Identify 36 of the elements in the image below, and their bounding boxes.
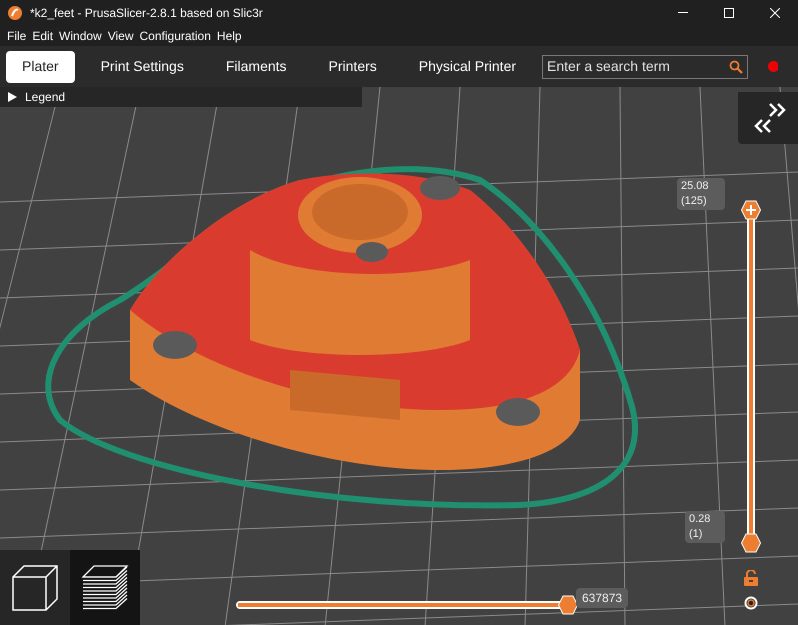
menu-item[interactable]: Window — [56, 27, 105, 45]
tab[interactable]: Plater — [6, 50, 75, 82]
menu-item[interactable]: Help — [214, 27, 245, 45]
window-title: *k2_feet - PrusaSlicer-2.8.1 based on Slic3r — [30, 5, 263, 22]
tab[interactable]: Filaments — [210, 50, 303, 82]
move-thumb-handle[interactable] — [558, 595, 578, 615]
search-field[interactable]: Enter a search term — [542, 54, 748, 78]
move-value-label: 637873 — [576, 588, 628, 608]
settings-icon[interactable] — [743, 595, 759, 611]
menu-item[interactable]: Edit — [29, 27, 56, 45]
menu-item[interactable]: View — [104, 27, 137, 45]
3d-viewport[interactable]: Legend 25.08 (125) 0.28 (1) 637873 — [0, 87, 798, 625]
menu-item[interactable]: File — [4, 27, 30, 45]
tab[interactable]: Print Settings — [84, 50, 200, 82]
tab[interactable]: Physical Printer — [402, 50, 532, 82]
upper-value-label: 25.08 (125) — [677, 178, 725, 210]
legend-panel[interactable]: Legend — [0, 87, 362, 107]
menu-item[interactable]: Configuration — [136, 27, 214, 45]
layer-slider-track[interactable] — [741, 200, 761, 553]
lower-value-label: 0.28 (1) — [685, 511, 725, 543]
minimize-icon — [678, 12, 688, 14]
search-icon — [728, 60, 743, 74]
legend-label: Legend — [25, 89, 66, 106]
unlock-icon[interactable] — [743, 570, 759, 586]
record-icon[interactable] — [768, 61, 778, 72]
tab[interactable]: Printers — [312, 50, 393, 82]
cube-icon — [10, 562, 60, 612]
search-input[interactable]: Enter a search term — [547, 56, 729, 77]
sidebar-toggle-button[interactable] — [738, 92, 798, 144]
close-icon — [770, 8, 780, 18]
maximize-icon — [724, 8, 734, 18]
upper-thumb-handle[interactable] — [741, 200, 761, 220]
move-slider-track[interactable] — [236, 595, 578, 615]
preview-button[interactable] — [70, 550, 140, 625]
app-logo-icon — [8, 6, 22, 20]
lower-thumb-handle[interactable] — [741, 533, 761, 553]
